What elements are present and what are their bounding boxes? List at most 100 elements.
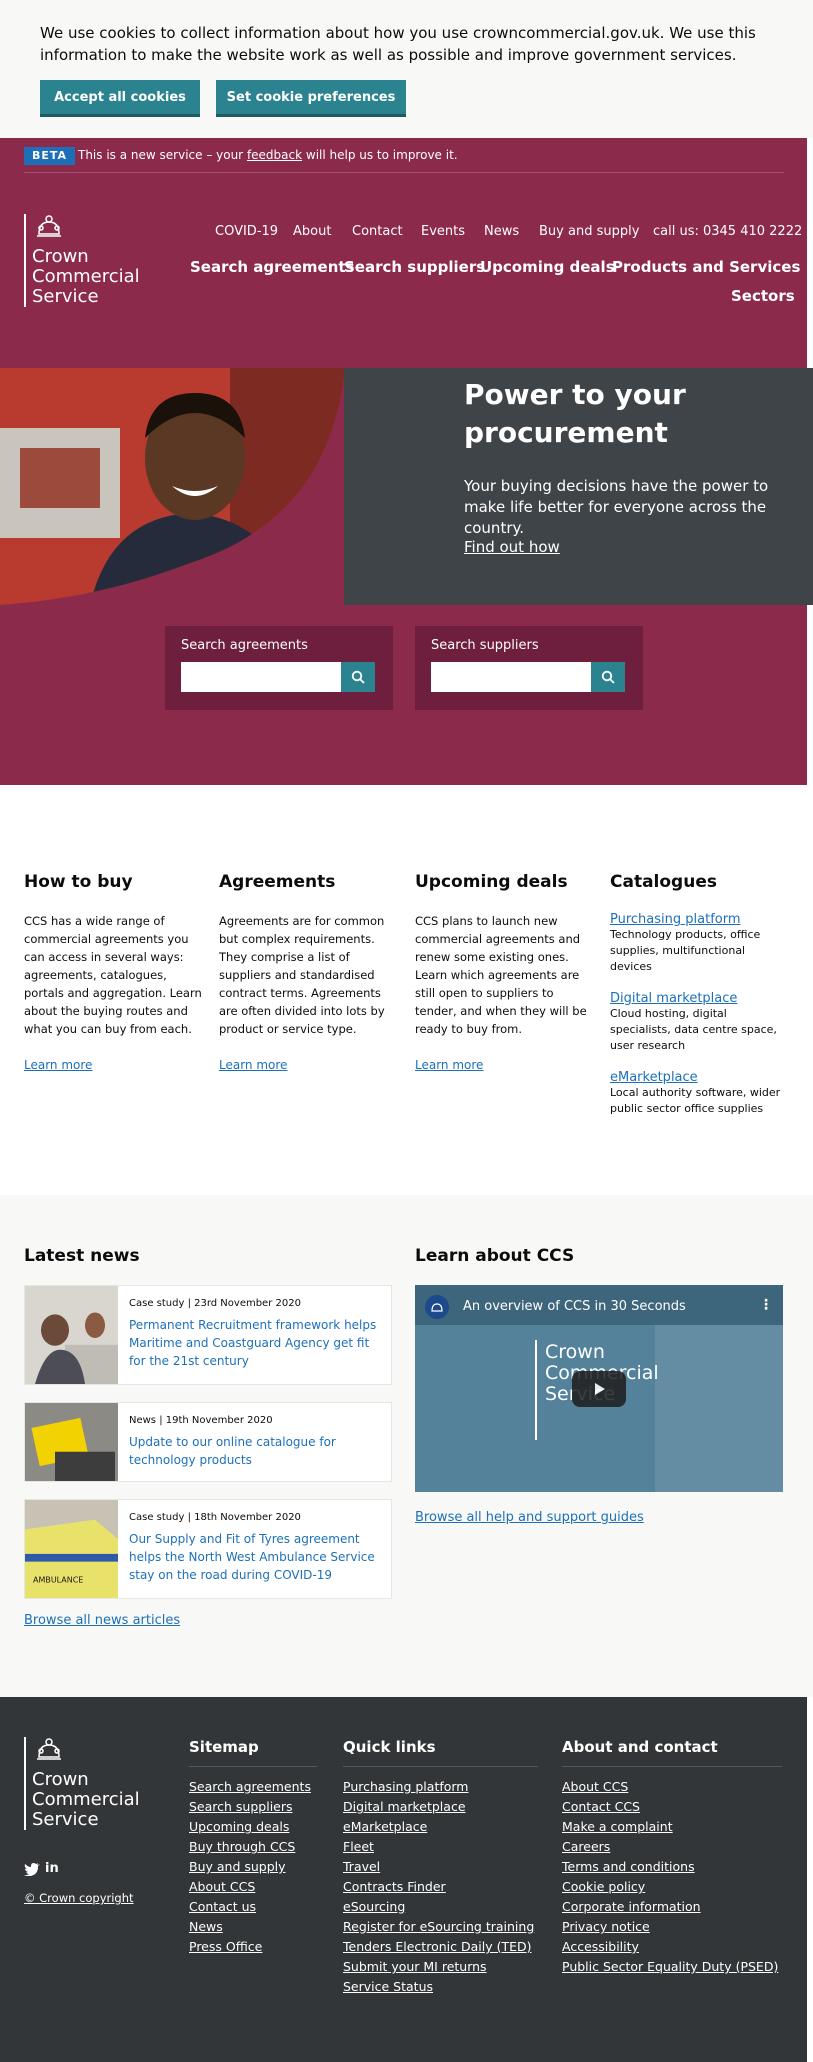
search-icon (351, 670, 365, 684)
footer-link[interactable]: Search agreements (189, 1777, 317, 1797)
catalogue-description: Cloud hosting, digital specialists, data… (610, 1007, 777, 1052)
footer-link[interactable]: Contracts Finder (343, 1877, 538, 1897)
nav-events[interactable]: Events (421, 224, 465, 239)
nav-search-suppliers[interactable]: Search suppliers (344, 258, 485, 276)
footer-link[interactable]: Make a complaint (562, 1817, 782, 1837)
site-logo[interactable]: Crown Commercial Service (24, 214, 140, 307)
more-options-icon[interactable]: ⋮ (759, 1297, 773, 1313)
footer-link[interactable]: Submit your MI returns (343, 1957, 538, 1977)
footer-link[interactable]: Contact us (189, 1897, 317, 1917)
how-to-buy-learn-more-link[interactable]: Learn more (24, 1058, 204, 1072)
footer-link[interactable]: Fleet (343, 1837, 538, 1857)
nav-search-agreements[interactable]: Search agreements (190, 258, 354, 276)
nav-news[interactable]: News (484, 224, 519, 239)
emarketplace-link[interactable]: eMarketplace (610, 1070, 790, 1085)
footer-link[interactable]: Cookie policy (562, 1877, 782, 1897)
footer-link[interactable]: Press Office (189, 1937, 317, 1957)
feedback-link[interactable]: feedback (247, 148, 302, 162)
news-card[interactable]: News | 19th November 2020 Update to our … (24, 1402, 392, 1482)
nav-about[interactable]: About (293, 224, 331, 239)
footer-link[interactable]: Register for eSourcing training (343, 1917, 538, 1937)
footer-link[interactable]: Buy and supply (189, 1857, 317, 1877)
news-meta: Case study | 18th November 2020 (129, 1512, 301, 1523)
search-suppliers-button[interactable] (591, 662, 625, 692)
footer-link[interactable]: About CCS (189, 1877, 317, 1897)
footer-link[interactable]: About CCS (562, 1777, 782, 1797)
section-title: How to buy (24, 872, 133, 892)
digital-marketplace-link[interactable]: Digital marketplace (610, 991, 790, 1006)
footer-about-contact: About and contact About CCS Contact CCS … (562, 1738, 782, 1977)
catalogue-description: Local authority software, wider public s… (610, 1086, 781, 1115)
cookie-preferences-button[interactable]: Set cookie preferences (216, 80, 406, 114)
browse-help-guides-link[interactable]: Browse all help and support guides (415, 1510, 644, 1525)
news-card[interactable]: AMBULANCE Case study | 18th November 202… (24, 1499, 392, 1599)
channel-avatar[interactable] (425, 1295, 449, 1319)
accept-cookies-button[interactable]: Accept all cookies (40, 80, 200, 114)
crown-copyright-link[interactable]: © Crown copyright (24, 1891, 134, 1905)
catalogues-section: Catalogues Purchasing platform Technolog… (610, 872, 790, 1133)
footer-link[interactable]: eMarketplace (343, 1817, 538, 1837)
nav-sectors[interactable]: Sectors (731, 287, 795, 305)
news-title-link[interactable]: Update to our online catalogue for techn… (129, 1433, 384, 1469)
learn-about-ccs-title: Learn about CCS (415, 1246, 575, 1266)
footer-link[interactable]: Tenders Electronic Daily (TED) (343, 1937, 538, 1957)
news-title-link[interactable]: Permanent Recruitment framework helps Ma… (129, 1316, 384, 1370)
nav-buy-and-supply[interactable]: Buy and supply (539, 224, 639, 239)
news-thumbnail: AMBULANCE (25, 1500, 118, 1598)
search-suppliers-label: Search suppliers (431, 638, 539, 653)
search-band: Search agreements Search suppliers (0, 605, 807, 785)
upcoming-deals-section: Upcoming deals CCS plans to launch new c… (415, 872, 587, 1072)
agreements-section: Agreements Agreements are for common but… (219, 872, 391, 1072)
footer-link[interactable]: Service Status (343, 1977, 538, 1997)
phone-number[interactable]: call us: 0345 410 2222 (653, 224, 802, 239)
play-button[interactable] (572, 1371, 626, 1407)
nav-covid[interactable]: COVID-19 (215, 224, 278, 239)
footer-link[interactable]: Careers (562, 1837, 782, 1857)
section-title: Agreements (219, 872, 336, 892)
news-title-link[interactable]: Our Supply and Fit of Tyres agreement he… (129, 1530, 384, 1584)
search-agreements-input[interactable] (181, 662, 341, 692)
crest-icon (37, 1738, 61, 1760)
footer-quick-links: Quick links Purchasing platform Digital … (343, 1738, 538, 1997)
footer-link[interactable]: eSourcing (343, 1897, 538, 1917)
upcoming-deals-learn-more-link[interactable]: Learn more (415, 1058, 587, 1072)
footer-link[interactable]: Purchasing platform (343, 1777, 538, 1797)
hero-find-out-how-link[interactable]: Find out how (464, 538, 560, 556)
ambulance-text: AMBULANCE (33, 1575, 83, 1584)
footer-link[interactable]: Privacy notice (562, 1917, 782, 1937)
nav-products-and-services[interactable]: Products and Services (612, 258, 800, 276)
search-suppliers-input[interactable] (431, 662, 591, 692)
divider (24, 172, 784, 173)
video-title[interactable]: An overview of CCS in 30 Seconds (463, 1299, 686, 1314)
cookie-banner: We use cookies to collect information ab… (0, 0, 813, 138)
catalogue-description: Technology products, office supplies, mu… (610, 928, 761, 973)
footer-heading: Quick links (343, 1738, 538, 1767)
footer-link[interactable]: Corporate information (562, 1897, 782, 1917)
footer-link[interactable]: Travel (343, 1857, 538, 1877)
linkedin-icon[interactable]: in (45, 1861, 59, 1876)
footer-heading: Sitemap (189, 1738, 317, 1767)
section-title: Catalogues (610, 872, 717, 892)
twitter-icon[interactable] (24, 1862, 40, 1880)
footer-link[interactable]: Buy through CCS (189, 1837, 317, 1857)
footer-link[interactable]: Search suppliers (189, 1797, 317, 1817)
video-player[interactable]: An overview of CCS in 30 Seconds ⋮ Crown… (415, 1285, 783, 1492)
footer-logo[interactable]: Crown Commercial Service (24, 1737, 140, 1830)
search-agreements-button[interactable] (341, 662, 375, 692)
purchasing-platform-link[interactable]: Purchasing platform (610, 912, 790, 927)
footer-link[interactable]: Contact CCS (562, 1797, 782, 1817)
footer-link[interactable]: Public Sector Equality Duty (PSED) (562, 1957, 782, 1977)
news-card[interactable]: Case study | 23rd November 2020 Permanen… (24, 1285, 392, 1385)
footer-link[interactable]: Terms and conditions (562, 1857, 782, 1877)
browse-news-link[interactable]: Browse all news articles (24, 1613, 180, 1628)
agreements-learn-more-link[interactable]: Learn more (219, 1058, 391, 1072)
nav-upcoming-deals[interactable]: Upcoming deals (480, 258, 615, 276)
footer-link[interactable]: Accessibility (562, 1937, 782, 1957)
search-agreements-label: Search agreements (181, 638, 308, 653)
footer-link[interactable]: News (189, 1917, 317, 1937)
nav-contact[interactable]: Contact (352, 224, 403, 239)
news-thumbnail (25, 1403, 118, 1481)
footer-link[interactable]: Upcoming deals (189, 1817, 317, 1837)
hero-subtitle: Your buying decisions have the power to … (464, 477, 769, 537)
footer-link[interactable]: Digital marketplace (343, 1797, 538, 1817)
